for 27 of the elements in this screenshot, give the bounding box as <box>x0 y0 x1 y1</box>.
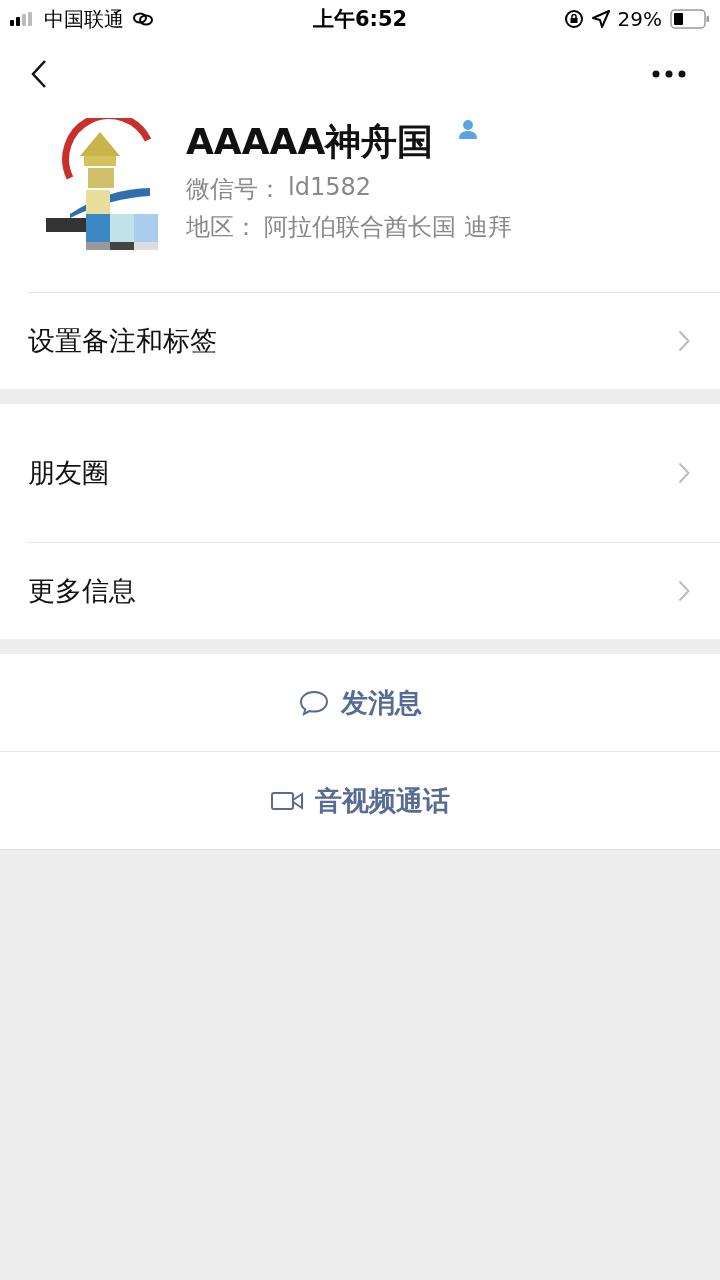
chevron-icon <box>678 330 690 352</box>
battery-icon <box>670 9 710 29</box>
menu-label: 更多信息 <box>28 574 136 608</box>
menu-label: 朋友圈 <box>28 456 109 490</box>
carrier-name: 中国联通 <box>44 5 124 33</box>
video-camera-icon <box>270 790 303 811</box>
action-button[interactable]: 发消息 <box>0 654 720 751</box>
rotation-lock-icon <box>563 9 584 29</box>
chevron-icon <box>678 462 690 484</box>
location-icon <box>591 10 610 28</box>
more-icon[interactable] <box>652 70 686 78</box>
chevron-icon <box>678 580 690 602</box>
back-icon[interactable] <box>30 59 48 89</box>
region-label: 地区： <box>186 212 258 243</box>
menu-row[interactable]: 更多信息 <box>28 542 720 639</box>
action-button[interactable]: 音视频通话 <box>0 751 720 849</box>
chat-bubble-icon <box>298 689 329 716</box>
contact-name: AAAAA神舟国 <box>186 120 434 164</box>
wechat-id-label: 微信号： <box>186 174 282 205</box>
menu-label: 设置备注和标签 <box>28 324 217 358</box>
region-value: 阿拉伯联合酋长国 迪拜 <box>264 212 512 243</box>
battery-percent: 29% <box>617 7 662 31</box>
link-icon <box>132 11 154 27</box>
menu-row[interactable]: 朋友圈 <box>28 404 720 542</box>
person-icon <box>457 118 480 140</box>
wechat-id: ld1582 <box>288 173 371 203</box>
status-time: 上午6:52 <box>312 6 408 33</box>
